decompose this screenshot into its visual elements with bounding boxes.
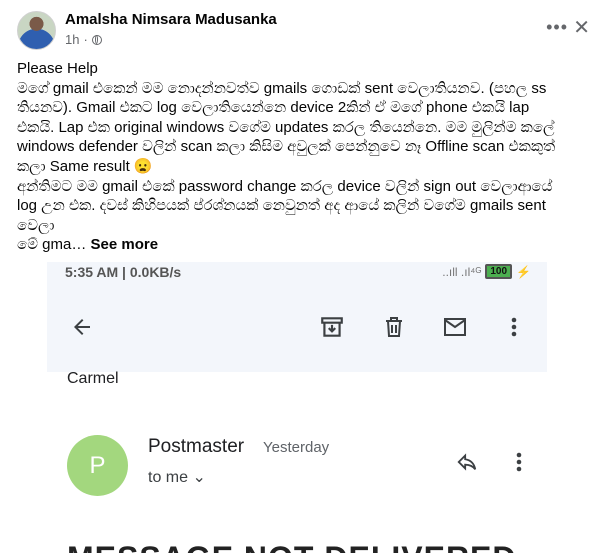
charging-icon: ⚡	[516, 264, 531, 279]
phone-status-bar: 5:35 AM | 0.0KB/s ..ıll .ıl⁴ᴳ 100 ⚡	[47, 262, 547, 282]
author-name[interactable]: Amalsha Nimsara Madusanka	[65, 11, 277, 28]
signal-icon: ..ıll .ıl⁴ᴳ	[442, 264, 482, 279]
recipient-toggle[interactable]: to me ⌄	[148, 467, 206, 487]
attached-screenshot[interactable]: 5:35 AM | 0.0KB/s ..ıll .ıl⁴ᴳ 100 ⚡ Carm…	[47, 262, 547, 553]
message-headline: MESSAGE NOT DELIVERED	[67, 540, 517, 553]
facebook-post: Amalsha Nimsara Madusanka 1h · ••• ✕ Ple…	[0, 0, 595, 553]
chevron-down-icon: ⌄	[192, 469, 206, 486]
post-line: කලා Same result 😦	[17, 157, 153, 175]
close-icon[interactable]: ✕	[573, 15, 590, 40]
more-dots-icon[interactable]: •••	[546, 17, 568, 38]
sent-time: Yesterday	[263, 439, 330, 456]
sender-avatar: P	[67, 435, 128, 496]
battery-icon: 100	[485, 264, 513, 279]
more-vert-icon[interactable]	[504, 447, 534, 477]
status-icons: ..ıll .ıl⁴ᴳ 100 ⚡	[442, 264, 531, 279]
gmail-toolbar	[47, 282, 547, 372]
post-time[interactable]: 1h	[65, 32, 79, 47]
post-line: එකයි. Lap එක original windows වගේම updat…	[17, 118, 555, 136]
post-header: Amalsha Nimsara Madusanka 1h · ••• ✕	[17, 11, 590, 51]
to-me-label: to me	[148, 469, 189, 486]
post-line: Please Help	[17, 60, 98, 77]
previous-sender: Carmel	[67, 370, 119, 387]
see-more-link[interactable]: See more	[91, 236, 159, 253]
mail-icon[interactable]	[440, 312, 470, 342]
sender-name: Postmaster	[148, 436, 245, 457]
post-line: windows defender වලින් scan කලා කිසිම අව…	[17, 138, 556, 156]
status-time: 5:35 AM | 0.0KB/s	[65, 264, 182, 280]
truncated-text: මේ gma…	[17, 236, 91, 254]
back-arrow-icon[interactable]	[67, 312, 97, 342]
dot-separator: ·	[83, 32, 88, 47]
more-vert-icon[interactable]	[499, 312, 529, 342]
post-line-truncated: මේ gma… See more	[17, 235, 577, 255]
post-line: වෙලා	[17, 216, 55, 234]
post-meta: 1h ·	[65, 32, 102, 47]
post-line: මගේ gmail එකෙන් මම නොදන්නවත්ව gmails ගොඩ…	[17, 79, 547, 97]
delete-icon[interactable]	[379, 312, 409, 342]
post-line: log උන එක. දවස් කිහිපයක් ප්රශ්නයක් නෙවුන…	[17, 197, 546, 215]
post-line: අන්තිමට මම gmail එකේ password change කරල…	[17, 177, 553, 195]
post-body: Please Help මගේ gmail එකෙන් මම නොදන්නවත්…	[17, 59, 577, 255]
globe-icon	[91, 34, 102, 45]
message-header: P Postmaster Yesterday to me ⌄	[47, 422, 547, 502]
reply-icon[interactable]	[452, 447, 482, 477]
post-line: තියනව). Gmail එකට log වෙලාතියෙන්නෙ devic…	[17, 99, 530, 117]
archive-icon[interactable]	[317, 312, 347, 342]
author-avatar[interactable]	[17, 11, 56, 50]
